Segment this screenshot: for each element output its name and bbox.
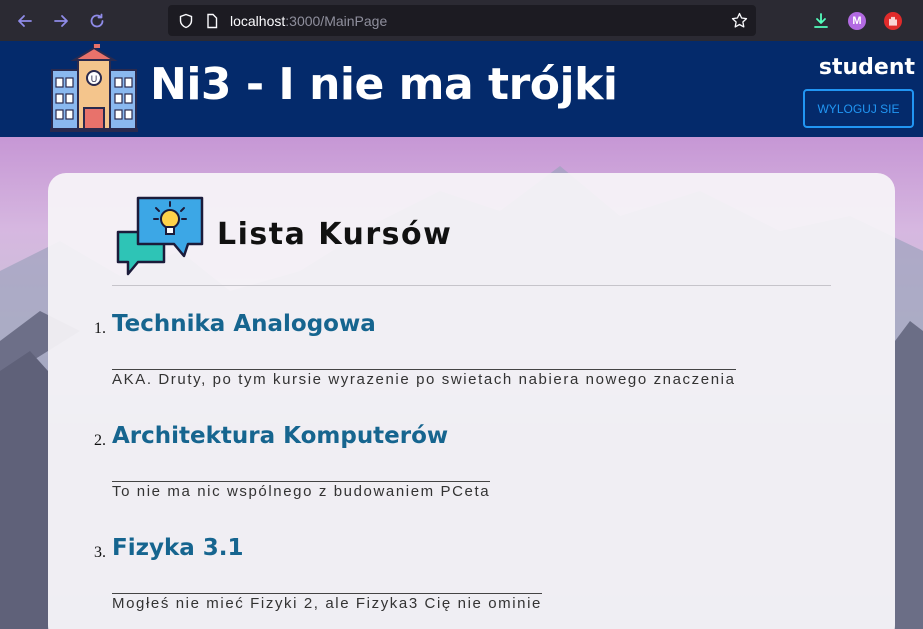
reload-icon[interactable] <box>79 6 115 36</box>
course-list-card: Lista Kursów 1. Technika Analogowa AKA. … <box>48 173 895 629</box>
logout-button[interactable]: WYLOGUJ SIE <box>803 89 914 128</box>
shield-icon[interactable] <box>178 13 194 29</box>
course-list-title: Lista Kursów <box>217 217 453 252</box>
page-icon <box>204 13 220 29</box>
extension-hand-icon[interactable] <box>882 10 904 32</box>
back-icon[interactable] <box>7 6 43 36</box>
svg-text:U: U <box>91 74 98 84</box>
username-label: student <box>818 55 915 80</box>
course-description: To nie ma nic wspólnego z budowaniem PCe… <box>112 481 491 500</box>
course-title-link[interactable]: Fizyka 3.1 <box>112 535 244 561</box>
url-host: localhost <box>230 12 286 29</box>
title-divider <box>112 285 831 286</box>
course-title-link[interactable]: Technika Analogowa <box>112 311 376 337</box>
course-number: 2. <box>94 432 106 449</box>
course-number: 3. <box>94 544 106 561</box>
bookmark-star-icon[interactable] <box>731 12 748 29</box>
course-number: 1. <box>94 320 106 337</box>
url-text: localhost:3000/MainPage <box>230 13 387 29</box>
address-bar[interactable]: localhost:3000/MainPage <box>168 5 756 36</box>
page-viewport: U Ni3 - I nie ma trójki student WYLOGUJ … <box>0 41 923 629</box>
forward-icon[interactable] <box>43 6 79 36</box>
account-avatar-icon[interactable]: M <box>846 10 868 32</box>
course-title-link[interactable]: Architektura Komputerów <box>112 423 448 449</box>
url-path: :3000/MainPage <box>285 12 388 29</box>
site-header: U Ni3 - I nie ma trójki student WYLOGUJ … <box>0 41 923 137</box>
course-description: AKA. Druty, po tym kursie wyrazenie po s… <box>112 369 736 388</box>
browser-toolbar: localhost:3000/MainPage M <box>0 0 923 41</box>
course-description: Mogłeś nie mieć Fizyki 2, ale Fizyka3 Ci… <box>112 593 542 612</box>
downloads-icon[interactable] <box>810 10 832 32</box>
idea-chat-bubbles-icon <box>116 196 204 276</box>
site-title: Ni3 - I nie ma trójki <box>150 59 618 110</box>
account-initial: M <box>848 11 866 30</box>
school-building-icon: U <box>50 44 138 132</box>
